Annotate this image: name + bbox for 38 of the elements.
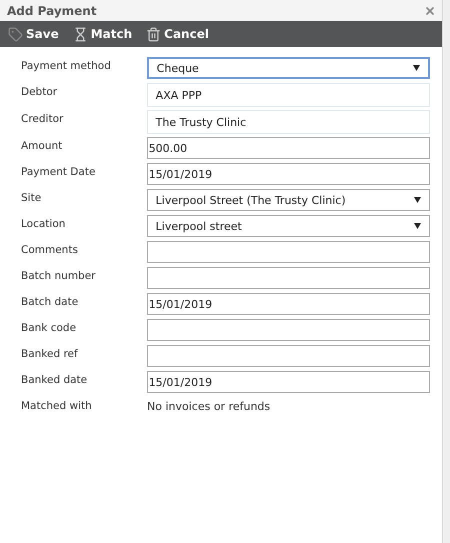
- input-field[interactable]: 15/01/2019: [146, 371, 430, 393]
- input-field[interactable]: [146, 319, 430, 341]
- input-field[interactable]: 500.00: [146, 137, 430, 159]
- dropdown[interactable]: Liverpool street: [146, 215, 430, 237]
- field-label: Banked ref: [21, 347, 79, 360]
- field-value: No invoices or refunds: [147, 399, 270, 413]
- caret-icon: [414, 223, 421, 229]
- input-field[interactable]: [146, 267, 430, 289]
- input-field[interactable]: The Trusty Clinic: [146, 110, 430, 134]
- window-title: Add Payment: [7, 4, 97, 18]
- dropdown[interactable]: Liverpool Street (The Trusty Clinic): [146, 189, 430, 211]
- field-label: Comments: [21, 243, 79, 256]
- field-label: Debtor: [21, 85, 58, 98]
- field-label: Matched with: [21, 399, 93, 412]
- field-label: Bank code: [21, 321, 78, 334]
- tag-icon: [8, 26, 23, 42]
- field-label: Banked date: [21, 373, 88, 386]
- input-field[interactable]: [146, 241, 430, 263]
- field-label: Amount: [21, 139, 64, 152]
- trash-icon: [146, 26, 162, 42]
- caret-icon: [414, 197, 421, 203]
- match-button[interactable]: Match: [72, 26, 132, 42]
- input-field[interactable]: 15/01/2019: [146, 293, 430, 315]
- field-label: Payment method: [21, 59, 112, 72]
- field-label: Site: [21, 191, 42, 204]
- field-label: Creditor: [21, 112, 64, 125]
- cancel-button[interactable]: Cancel: [146, 26, 209, 42]
- input-field[interactable]: 15/01/2019: [146, 163, 430, 185]
- input-field[interactable]: [146, 345, 430, 367]
- field-label: Location: [21, 217, 66, 230]
- hourglass-icon: [72, 26, 88, 42]
- field-label: Batch number: [21, 269, 96, 282]
- field-label: Payment Date: [21, 165, 96, 178]
- caret-icon: [413, 65, 420, 71]
- input-field[interactable]: AXA PPP: [146, 83, 430, 107]
- dropdown[interactable]: Cheque: [146, 57, 430, 79]
- close-icon[interactable]: [424, 4, 436, 16]
- field-label: Batch date: [21, 295, 80, 308]
